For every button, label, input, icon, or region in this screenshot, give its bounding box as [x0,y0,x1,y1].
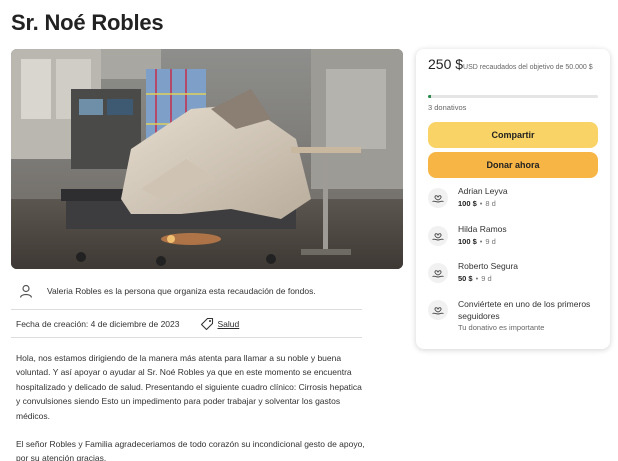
progress-bar [428,95,598,98]
raised-summary: 250 $USD recaudados del objetivo de 50.0… [428,56,603,73]
heart-hand-icon [428,263,448,283]
donor-name: Roberto Segura [458,261,519,271]
raised-goal: USD recaudados del objetivo de 50.000 $ [463,64,593,71]
heart-hand-icon [428,226,448,246]
donor-item: Hilda Ramos 100 $ • 9 d [428,224,603,252]
progress-fill [428,95,431,98]
donor-time: 9 d [485,237,496,246]
donor-name: Adrian Leyva [458,186,508,196]
donation-count: 3 donativos [428,103,467,112]
organizer-row: Valeria Robles es la persona que organiz… [16,280,366,302]
donor-amount: 50 $ [458,274,473,283]
tag-icon [200,317,214,331]
donor-item: Roberto Segura 50 $ • 9 d [428,261,603,289]
donation-card: 250 $USD recaudados del objetivo de 50.0… [416,49,610,349]
heart-hand-icon [428,188,448,208]
donor-amount: 100 $ [458,237,477,246]
divider [11,337,362,338]
raised-amount: 250 $ [428,56,464,72]
donor-name: Hilda Ramos [458,224,507,234]
person-icon [16,281,36,301]
divider [11,309,362,310]
share-button[interactable]: Compartir [428,122,598,148]
organizer-text: Valeria Robles es la persona que organiz… [47,286,316,296]
campaign-meta: Fecha de creación: 4 de diciembre de 202… [16,316,239,332]
donor-time: 9 d [481,274,492,283]
campaign-story: Hola, nos estamos dirigiendo de la maner… [16,351,366,461]
cta-title: Conviértete en uno de los primeros segui… [458,299,591,321]
created-date: Fecha de creación: 4 de diciembre de 202… [16,319,180,329]
cta-subtitle: Tu donativo es importante [458,323,545,332]
story-paragraph: El señor Robles y Familia agradeceriamos… [16,439,365,461]
donor-detail: 50 $ • 9 d [458,274,492,283]
first-supporter-prompt: Conviértete en uno de los primeros segui… [428,298,603,338]
donor-amount: 100 $ [458,199,477,208]
donor-detail: 100 $ • 9 d [458,237,496,246]
heart-hand-icon [428,300,448,320]
donor-time: 8 d [485,199,496,208]
donate-button[interactable]: Donar ahora [428,152,598,178]
category-link[interactable]: Salud [218,319,240,329]
campaign-photo [11,49,403,269]
page-title: Sr. Noé Robles [11,10,164,35]
donor-detail: 100 $ • 8 d [458,199,496,208]
donor-item: Adrian Leyva 100 $ • 8 d [428,186,603,214]
story-paragraph: Hola, nos estamos dirigiendo de la maner… [16,353,362,421]
